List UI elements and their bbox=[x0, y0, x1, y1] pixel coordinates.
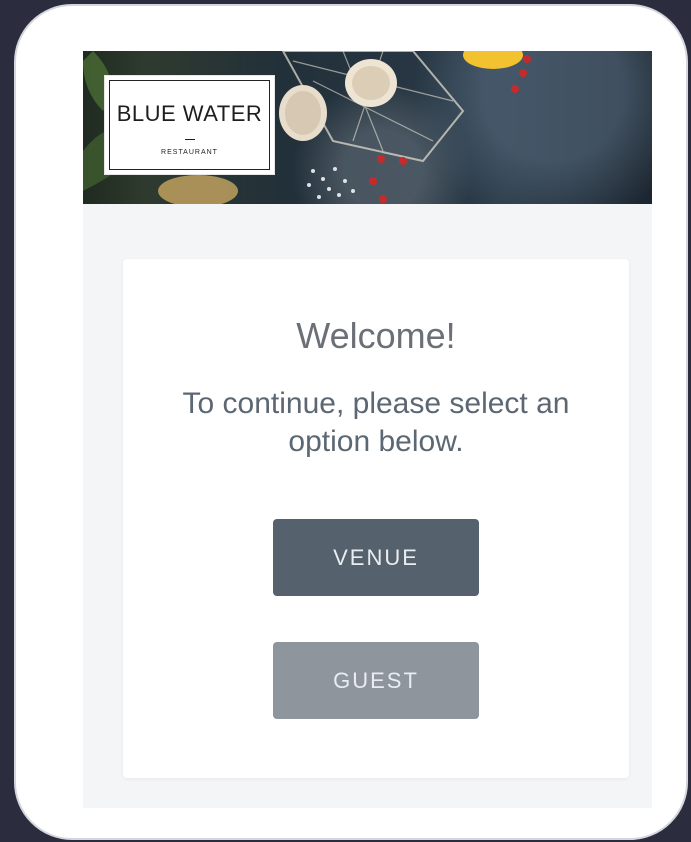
welcome-card: Welcome! To continue, please select an o… bbox=[123, 259, 629, 778]
venue-button[interactable]: VENUE bbox=[273, 519, 479, 596]
logo-title: BLUE WATER bbox=[116, 101, 263, 126]
logo-divider bbox=[184, 139, 195, 140]
header-banner: BLUE WATER RESTAURANT bbox=[83, 51, 652, 204]
instruction-text: To continue, please select an option bel… bbox=[182, 387, 570, 458]
guest-button[interactable]: GUEST bbox=[273, 642, 479, 719]
welcome-heading: Welcome! bbox=[296, 315, 456, 356]
logo-subtitle: RESTAURANT bbox=[161, 149, 218, 156]
restaurant-logo: BLUE WATER RESTAURANT bbox=[104, 75, 275, 175]
device-frame: BLUE WATER RESTAURANT Welcome! To contin… bbox=[14, 4, 688, 840]
app-screen: BLUE WATER RESTAURANT Welcome! To contin… bbox=[83, 51, 652, 808]
